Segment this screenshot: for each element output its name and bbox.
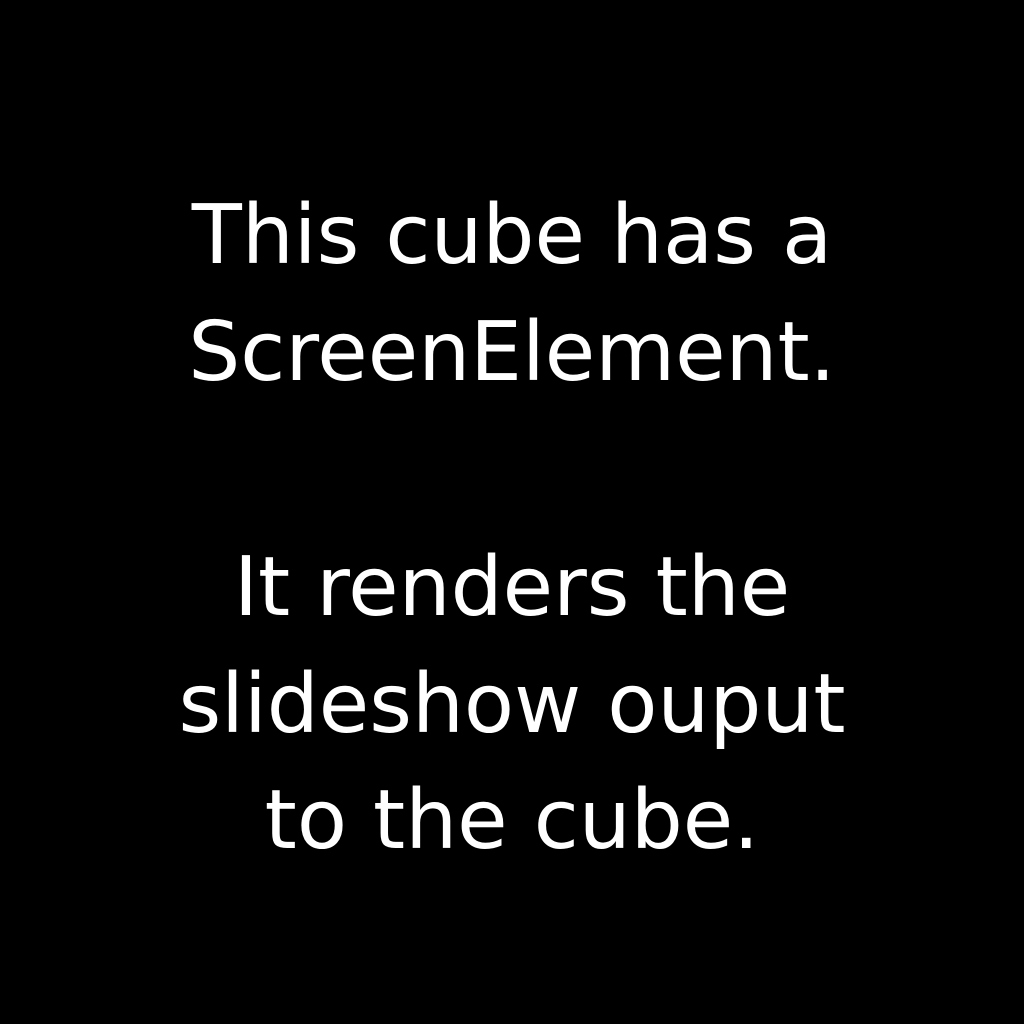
slide-canvas: This cube has a ScreenElement. It render… [0,0,1024,1024]
paragraph-1-line-2: ScreenElement. [188,305,836,400]
paragraph-1-line-1: This cube has a [191,188,833,283]
paragraph-2-line-2: slideshow ouput [178,657,846,752]
paragraph-2-line-3: to the cube. [264,773,760,868]
paragraph-2-line-1: It renders the [233,540,791,635]
